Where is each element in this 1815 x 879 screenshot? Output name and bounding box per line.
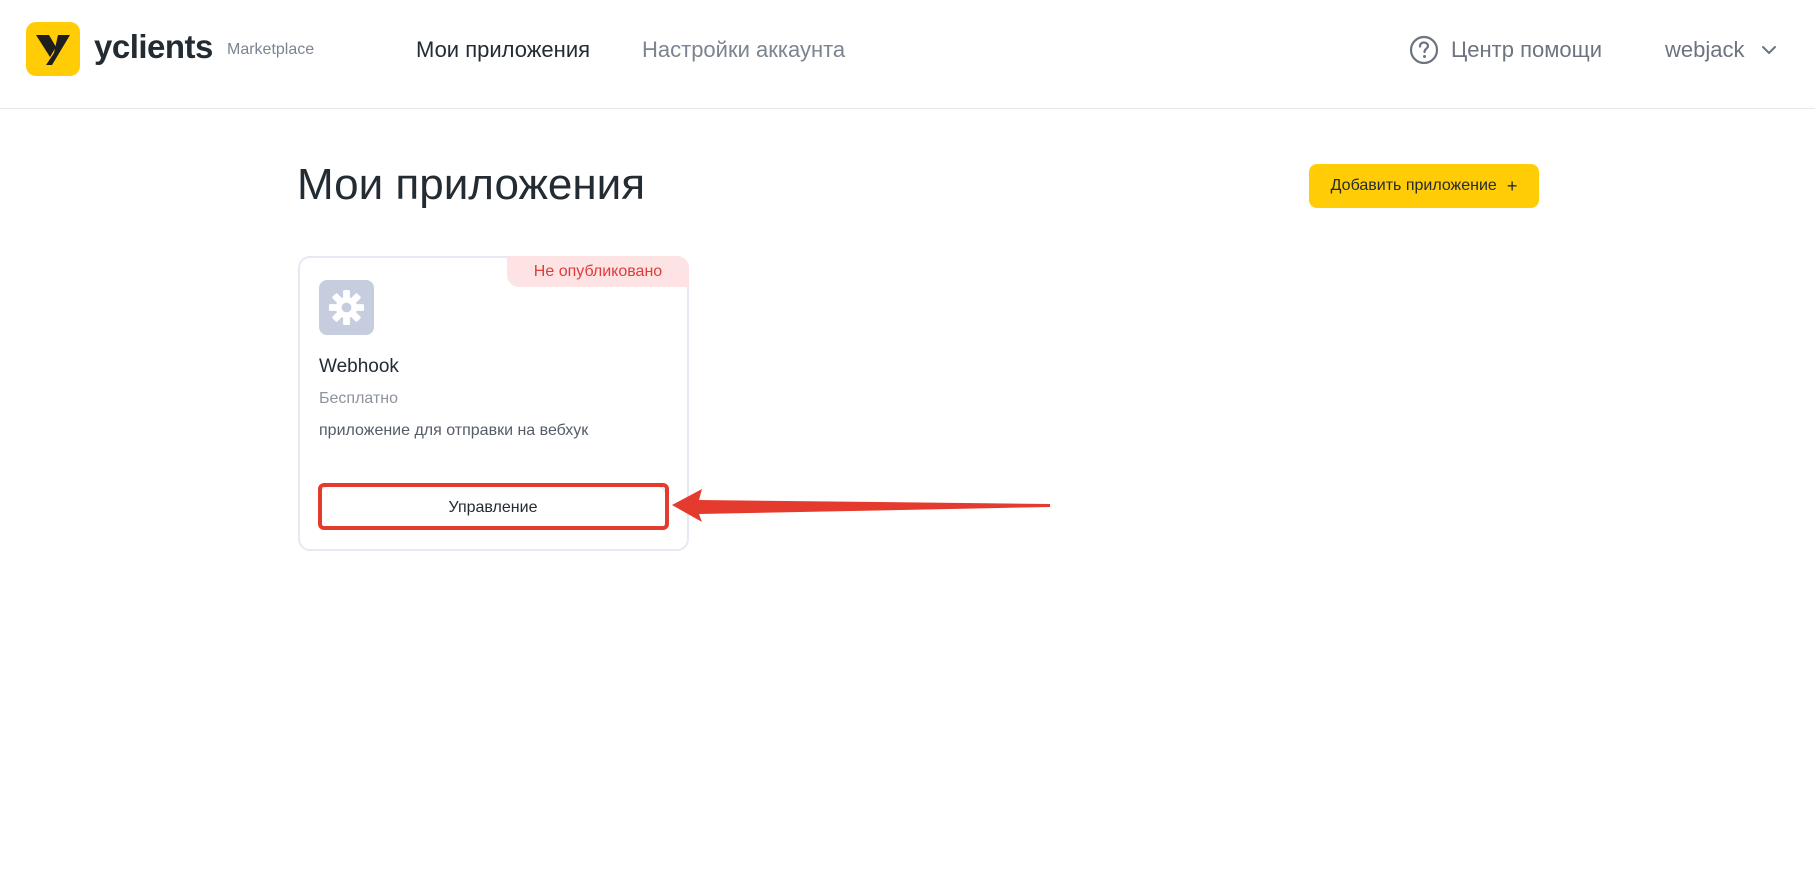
yclients-logo-icon[interactable] (26, 22, 80, 76)
help-center-label: Центр помощи (1451, 37, 1602, 62)
top-navigation-bar: yclients Marketplace Мои приложения Наст… (0, 0, 1815, 109)
annotation-arrow-icon (672, 489, 1050, 522)
chevron-down-icon (1762, 46, 1777, 54)
question-circle-icon (1409, 35, 1439, 65)
nav-my-apps[interactable]: Мои приложения (416, 37, 590, 63)
manage-button[interactable]: Управление (320, 486, 666, 530)
help-center-link[interactable]: Центр помощи (1409, 34, 1602, 66)
brand-name[interactable]: yclients (94, 28, 213, 66)
app-card: Не опубликовано Webhook Бесплатно прилож… (298, 256, 689, 551)
add-app-button-label: Добавить приложение (1330, 177, 1497, 194)
app-price: Бесплатно (319, 390, 399, 407)
app-name[interactable]: Webhook (319, 356, 399, 378)
user-name: webjack (1665, 37, 1745, 62)
page-title: Мои приложения (297, 160, 646, 209)
add-app-button[interactable]: Добавить приложение + (1309, 164, 1539, 208)
nav-account-settings[interactable]: Настройки аккаунта (642, 37, 845, 63)
gear-icon (319, 280, 374, 335)
user-menu[interactable]: webjack (1665, 37, 1777, 63)
app-description: приложение для отправки на вебхук (319, 422, 589, 439)
brand-subtitle: Marketplace (227, 41, 315, 58)
plus-icon: + (1506, 175, 1518, 196)
status-badge: Не опубликовано (507, 256, 689, 287)
